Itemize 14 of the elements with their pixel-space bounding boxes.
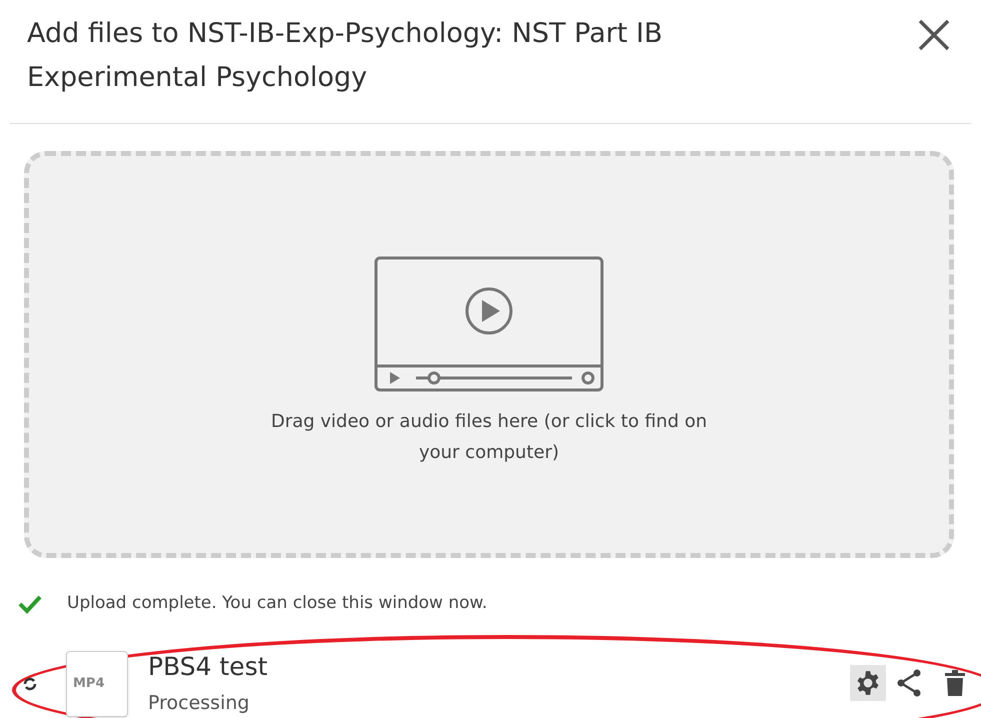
- trash-icon[interactable]: [944, 670, 966, 696]
- drop-hint: Drag video or audio files here (or click to find on your computer): [270, 410, 708, 465]
- status-message: Upload complete. You can close this window now.: [67, 592, 488, 615]
- video-player-icon: [374, 256, 604, 392]
- close-icon[interactable]: [917, 18, 951, 52]
- refresh-icon: [22, 676, 38, 692]
- checkmark-icon: [18, 594, 42, 614]
- file-state: Processing: [148, 690, 250, 716]
- file-icon: MP4: [66, 650, 128, 717]
- dialog-title: Add files to NST-IB-Exp-Psychology: NST Part IB Experimental Psychology: [27, 17, 664, 95]
- share-icon[interactable]: [896, 668, 922, 696]
- drop-zone[interactable]: Drag video or audio files here (or click to find on your computer): [24, 151, 954, 558]
- file-name: PBS4 test: [148, 650, 268, 682]
- settings-icon[interactable]: [850, 664, 886, 700]
